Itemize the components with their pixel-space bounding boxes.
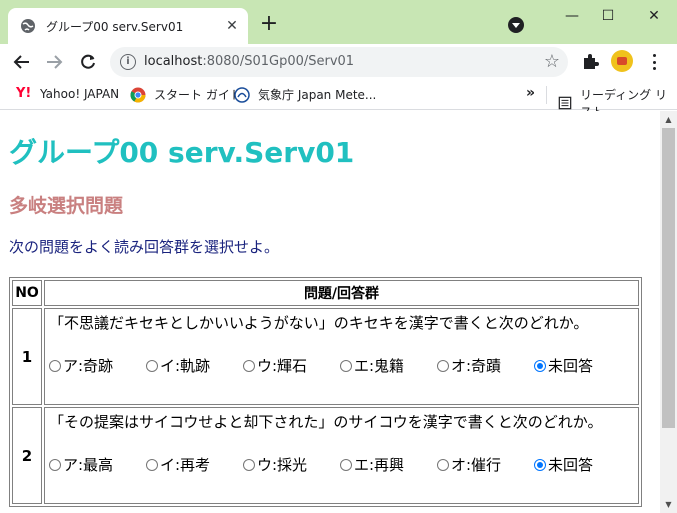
scroll-up-arrow-icon[interactable]: ▲: [660, 111, 677, 128]
bookmarks-bar: Y! Yahoo! JAPAN スタート ガイド 気象庁 Japan Mete.…: [0, 80, 677, 119]
choice-label: エ:鬼籍: [354, 357, 405, 375]
address-bar[interactable]: i localhost:8080/S01Gp00/Serv01 ☆: [110, 47, 568, 77]
radio-button[interactable]: [146, 458, 158, 471]
globe-icon: [21, 19, 35, 33]
choice-option[interactable]: ウ:輝石: [243, 355, 340, 376]
choice-option[interactable]: オ:催行: [437, 454, 534, 475]
header-no: NO: [12, 280, 42, 306]
jma-icon: [234, 86, 250, 103]
radio-button[interactable]: [437, 359, 449, 372]
close-tab-icon[interactable]: ✕: [224, 18, 240, 34]
table-row: 1 「不思議だキセキとしかいいようがない」のキセキを漢字で書くと次のどれか。 ア…: [12, 308, 639, 405]
vertical-scrollbar[interactable]: ▲ ▼: [660, 111, 677, 513]
choice-option-unanswered[interactable]: 未回答: [534, 355, 631, 376]
info-icon[interactable]: i: [120, 54, 136, 70]
maximize-button[interactable]: ☐: [588, 2, 628, 32]
choice-option[interactable]: エ:鬼籍: [340, 355, 437, 376]
toolbar: i localhost:8080/S01Gp00/Serv01 ☆: [0, 44, 677, 80]
table-header-row: NO 問題/回答群: [12, 280, 639, 306]
choice-option[interactable]: ウ:採光: [243, 454, 340, 475]
kebab-menu-icon[interactable]: [648, 52, 660, 72]
choice-label: イ:軌跡: [160, 357, 211, 375]
question-text: 「不思議だキセキとしかいいようがない」のキセキを漢字で書くと次のどれか。: [49, 314, 589, 332]
bookmark-label: 気象庁 Japan Mete...: [258, 88, 377, 102]
radio-button[interactable]: [340, 458, 352, 471]
close-window-button[interactable]: ✕: [634, 2, 674, 32]
table-row: 2 「その提案はサイコウせよと却下された」のサイコウを漢字で書くと次のどれか。 …: [12, 407, 639, 504]
arrow-left-icon: [13, 55, 29, 69]
choice-label: オ:催行: [451, 456, 502, 474]
question-text: 「その提案はサイコウせよと却下された」のサイコウを漢字で書くと次のどれか。: [49, 413, 603, 431]
choice-label: オ:奇蹟: [451, 357, 502, 375]
choice-label: ア:最高: [63, 456, 114, 474]
choice-option[interactable]: イ:再考: [146, 454, 243, 475]
url-host: localhost: [144, 54, 203, 69]
choice-option[interactable]: オ:奇蹟: [437, 355, 534, 376]
page-content: グループ00 serv.Serv01 多岐選択問題 次の問題をよく読み回答群を選…: [0, 111, 660, 513]
yahoo-icon: Y!: [16, 86, 32, 101]
choice-label: ウ:採光: [257, 456, 308, 474]
scroll-thumb[interactable]: [662, 128, 675, 428]
profile-avatar-icon[interactable]: [611, 50, 633, 72]
header-question: 問題/回答群: [44, 280, 639, 306]
choice-label: ア:奇跡: [63, 357, 114, 375]
bookmark-start-guide[interactable]: スタート ガイド: [130, 86, 242, 103]
choice-label: ウ:輝石: [257, 357, 308, 375]
choice-group: ア:奇跡 イ:軌跡 ウ:輝石 エ:鬼籍 オ:奇蹟 未回答: [49, 355, 634, 376]
choice-label: エ:再興: [354, 456, 405, 474]
page-title: グループ00 serv.Serv01: [9, 136, 355, 169]
choice-option[interactable]: イ:軌跡: [146, 355, 243, 376]
reading-list-icon: [558, 96, 572, 110]
choice-label: 未回答: [548, 456, 594, 474]
scroll-down-arrow-icon[interactable]: ▼: [660, 496, 677, 513]
url-text[interactable]: localhost:8080/S01Gp00/Serv01: [144, 54, 354, 69]
choice-label: イ:再考: [160, 456, 211, 474]
choice-group: ア:最高 イ:再考 ウ:採光 エ:再興 オ:催行 未回答: [49, 454, 634, 475]
radio-button[interactable]: [243, 458, 255, 471]
bookmarks-divider: [546, 86, 547, 104]
choice-option[interactable]: ア:奇跡: [49, 355, 146, 376]
question-cell: 「不思議だキセキとしかいいようがない」のキセキを漢字で書くと次のどれか。 ア:奇…: [44, 308, 639, 405]
bookmarks-more-icon[interactable]: »: [526, 85, 535, 101]
question-number: 1: [12, 308, 42, 405]
radio-button[interactable]: [49, 458, 61, 471]
instruction-text: 次の問題をよく読み回答群を選択せよ。: [9, 238, 280, 256]
radio-button[interactable]: [340, 359, 352, 372]
radio-button[interactable]: [146, 359, 158, 372]
choice-option[interactable]: エ:再興: [340, 454, 437, 475]
question-cell: 「その提案はサイコウせよと却下された」のサイコウを漢字で書くと次のどれか。 ア:…: [44, 407, 639, 504]
radio-button-checked[interactable]: [534, 458, 546, 471]
bookmark-yahoo[interactable]: Y! Yahoo! JAPAN: [16, 86, 119, 102]
url-path: :8080/S01Gp00/Serv01: [202, 54, 355, 69]
tab-title: グループ00 serv.Serv01: [46, 19, 184, 34]
choice-label: 未回答: [548, 357, 594, 375]
minimize-button[interactable]: —: [552, 2, 592, 32]
new-tab-button[interactable]: +: [258, 13, 280, 36]
radio-button[interactable]: [437, 458, 449, 471]
tab-active[interactable]: グループ00 serv.Serv01 ✕: [8, 8, 248, 44]
reload-button[interactable]: [76, 50, 100, 74]
radio-button-checked[interactable]: [534, 359, 546, 372]
reload-icon: [81, 54, 95, 69]
page-subtitle: 多岐選択問題: [9, 195, 124, 217]
arrow-right-icon: [47, 55, 63, 69]
radio-button[interactable]: [49, 359, 61, 372]
forward-button[interactable]: [42, 50, 66, 74]
tab-bar: グループ00 serv.Serv01 ✕ + — ☐ ✕: [0, 0, 677, 44]
question-table: NO 問題/回答群 1 「不思議だキセキとしかいいようがない」のキセキを漢字で書…: [9, 277, 642, 507]
chrome-icon: [130, 87, 146, 102]
choice-option-unanswered[interactable]: 未回答: [534, 454, 631, 475]
radio-button[interactable]: [243, 359, 255, 372]
bookmark-jma[interactable]: 気象庁 Japan Mete...: [234, 86, 376, 103]
bookmark-star-icon[interactable]: ☆: [544, 51, 560, 72]
choice-option[interactable]: ア:最高: [49, 454, 146, 475]
bookmark-label: Yahoo! JAPAN: [40, 87, 120, 101]
tab-search-icon[interactable]: [508, 17, 524, 33]
browser-window: グループ00 serv.Serv01 ✕ + — ☐ ✕ i localhost…: [0, 0, 677, 513]
extensions-puzzle-icon[interactable]: [580, 52, 600, 72]
back-button[interactable]: [10, 50, 34, 74]
question-number: 2: [12, 407, 42, 504]
bookmark-label: スタート ガイド: [154, 88, 242, 102]
